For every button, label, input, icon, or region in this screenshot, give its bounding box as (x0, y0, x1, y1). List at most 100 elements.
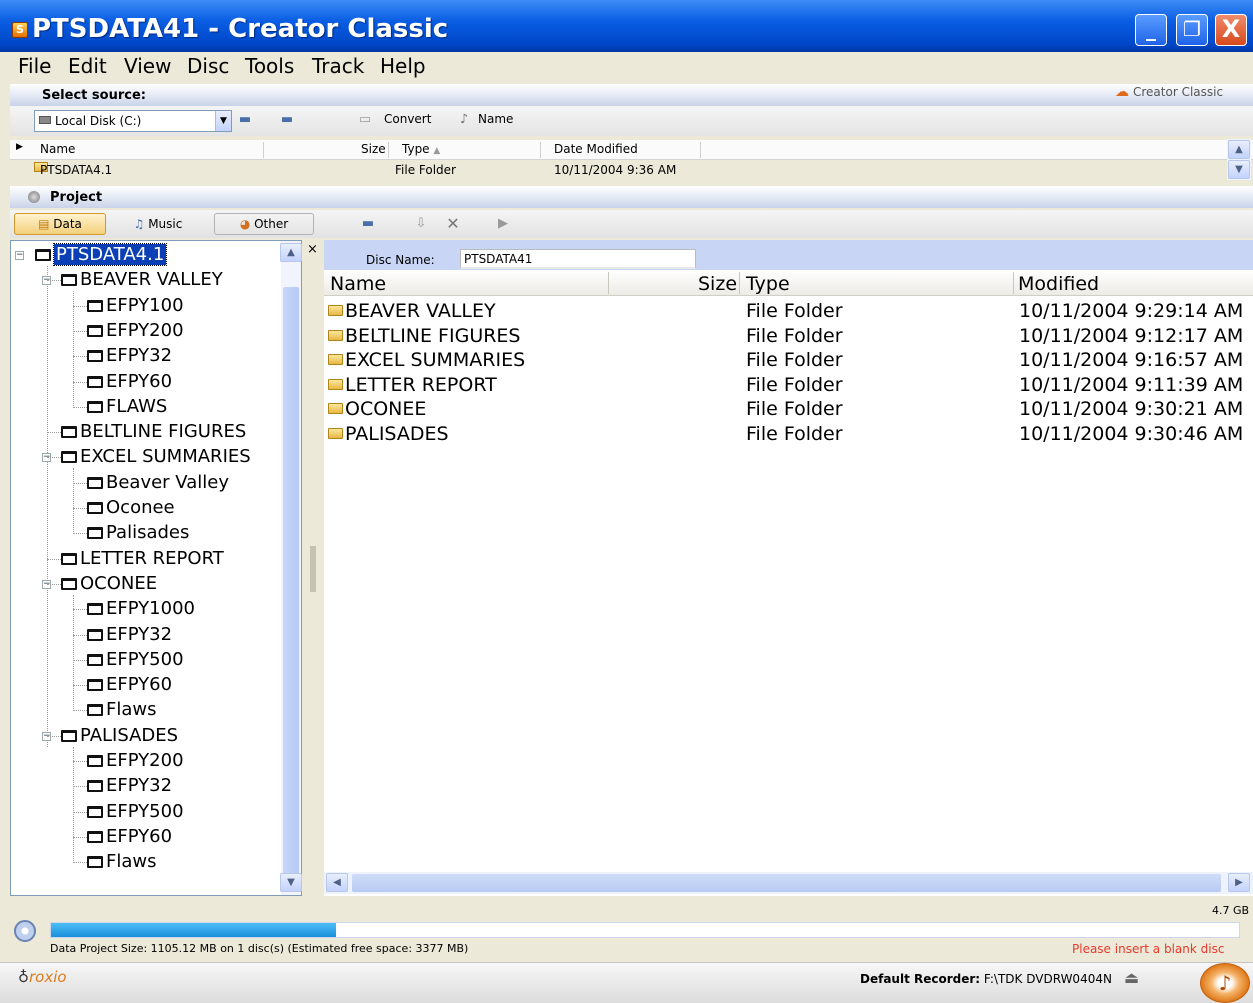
tree-subfolder[interactable]: EFPY60 (87, 371, 172, 393)
table-row[interactable]: BEAVER VALLEY File Folder 10/11/2004 9:29:… (324, 300, 1253, 324)
name-button[interactable]: Name (478, 112, 513, 126)
column-name[interactable]: Name (330, 273, 386, 295)
tree-folder[interactable]: PALISADES (61, 725, 178, 747)
convert-icon[interactable]: ▭ (356, 112, 374, 128)
tree-view: PTSDATA4.1− BEAVER VALLEY − EFPY100 EFPY200 E… (11, 241, 281, 897)
chevron-down-icon[interactable]: ▼ (280, 873, 302, 892)
column-divider[interactable] (263, 142, 264, 158)
tree-subfolder[interactable]: EFPY500 (87, 801, 184, 823)
cell-type: File Folder (746, 422, 843, 445)
folder-icon (87, 324, 103, 337)
tree-folder[interactable]: OCONEE (61, 573, 157, 595)
new-folder-icon[interactable]: ▬ (278, 112, 296, 128)
tree-subfolder[interactable]: Flaws (87, 851, 156, 873)
close-button[interactable]: X (1215, 14, 1247, 46)
table-row[interactable]: PALISADES File Folder 10/11/2004 9:30:46 A… (324, 423, 1253, 447)
tree-subfolder[interactable]: EFPY500 (87, 649, 184, 671)
column-divider[interactable] (388, 142, 389, 158)
table-row[interactable]: PTSDATA4.1 File Folder 10/11/2004 9:36 A… (30, 161, 1230, 179)
tree-folder[interactable]: BEAVER VALLEY (61, 269, 223, 291)
column-type[interactable]: Type ▲ (402, 142, 440, 156)
source-scrollbar[interactable]: ▲ ▼ (1227, 139, 1251, 180)
minimize-button[interactable]: _ (1135, 14, 1167, 46)
tab-data[interactable]: ▤ Data (14, 213, 106, 235)
menu-file[interactable]: File (18, 54, 51, 78)
delete-icon[interactable]: ✕ (444, 214, 462, 233)
tree-subfolder[interactable]: EFPY100 (87, 295, 184, 317)
chevron-down-icon[interactable]: ▼ (1228, 160, 1250, 179)
tree-subfolder[interactable]: EFPY200 (87, 750, 184, 772)
tree-connector (73, 406, 87, 408)
tree-folder[interactable]: BELTLINE FIGURES (61, 421, 246, 443)
convert-button[interactable]: Convert (384, 112, 431, 126)
horizontal-scroll-thumb[interactable] (352, 874, 1221, 892)
column-divider[interactable] (1013, 272, 1014, 294)
tree-subfolder[interactable]: Palisades (87, 522, 189, 544)
menu-disc[interactable]: Disc (187, 54, 229, 78)
menu-help[interactable]: Help (380, 54, 426, 78)
app-icon[interactable]: S (12, 22, 28, 38)
table-row[interactable]: EXCEL SUMMARIES File Folder 10/11/2004 9:1… (324, 349, 1253, 373)
tree-connector (73, 305, 87, 307)
name-icon[interactable]: ♪ (455, 112, 473, 128)
tree-subfolder[interactable]: EFPY32 (87, 624, 172, 646)
chevron-down-icon[interactable]: ▼ (215, 111, 231, 131)
tree-subfolder[interactable]: EFPY32 (87, 775, 172, 797)
column-divider[interactable] (700, 142, 701, 158)
tree-subfolder[interactable]: Flaws (87, 699, 156, 721)
tree-folder[interactable]: LETTER REPORT (61, 548, 224, 570)
close-tree-icon[interactable]: × (307, 242, 318, 257)
tree-subfolder[interactable]: Beaver Valley (87, 472, 229, 494)
roxio-logo: ♁roxio (18, 968, 67, 986)
menu-edit[interactable]: Edit (68, 54, 107, 78)
tree-subfolder[interactable]: EFPY1000 (87, 598, 195, 620)
drive-select[interactable]: Local Disk (C:) ▼ (34, 110, 232, 132)
column-divider[interactable] (540, 142, 541, 158)
tree-subfolder[interactable]: EFPY32 (87, 345, 172, 367)
tree-item-root[interactable]: PTSDATA4.1 (35, 243, 168, 266)
table-row[interactable]: LETTER REPORT File Folder 10/11/2004 9:11:… (324, 374, 1253, 398)
splitter-grip[interactable] (310, 546, 316, 592)
chevron-left-icon[interactable]: ◀ (326, 873, 348, 892)
folder-icon (328, 354, 343, 365)
tree-scroll-thumb[interactable] (283, 287, 299, 891)
tree-folder[interactable]: EXCEL SUMMARIES (61, 446, 251, 468)
tree-connector (73, 356, 87, 358)
menu-view[interactable]: View (124, 54, 171, 78)
column-modified[interactable]: Modified (1018, 273, 1099, 295)
tree-scrollbar[interactable]: ▲ ▼ (280, 241, 302, 895)
menu-track[interactable]: Track (312, 54, 364, 78)
tree-subfolder[interactable]: FLAWS (87, 396, 167, 418)
chevron-right-icon[interactable]: ▶ (1228, 873, 1250, 892)
column-divider[interactable] (608, 272, 609, 294)
column-divider[interactable] (739, 272, 740, 294)
burn-button[interactable]: ♪ (1200, 963, 1250, 1003)
collapse-icon[interactable]: − (15, 251, 24, 260)
disc-icon[interactable] (14, 920, 36, 942)
column-name[interactable]: Name (40, 142, 75, 156)
chevron-up-icon[interactable]: ▲ (280, 243, 302, 262)
table-row[interactable]: BELTLINE FIGURES File Folder 10/11/2004 9:… (324, 325, 1253, 349)
column-type[interactable]: Type (746, 273, 790, 295)
play-icon[interactable]: ▶ (494, 216, 512, 232)
move-down-icon[interactable]: ⇩ (412, 216, 430, 232)
title-bar[interactable]: S PTSDATA41 - Creator Classic _ ❐ X (0, 0, 1253, 52)
up-folder-icon[interactable]: ▬ (236, 112, 254, 128)
tree-subfolder[interactable]: Oconee (87, 497, 175, 519)
folder-icon (87, 830, 103, 843)
new-folder-icon[interactable]: ▬ (359, 216, 377, 232)
recorder-icon[interactable]: ⏏ (1124, 968, 1150, 990)
chevron-up-icon[interactable]: ▲ (1228, 140, 1250, 159)
table-row[interactable]: OCONEE File Folder 10/11/2004 9:30:21 AM (324, 398, 1253, 422)
disc-name-input[interactable]: PTSDATA41 (460, 249, 696, 269)
column-date-modified[interactable]: Date Modified (554, 142, 638, 156)
tab-other[interactable]: ◕ Other (214, 213, 314, 235)
tab-music[interactable]: ♫ Music (110, 213, 206, 235)
restore-button[interactable]: ❐ (1176, 14, 1208, 46)
menu-tools[interactable]: Tools (245, 54, 294, 78)
column-size[interactable]: Size (361, 142, 386, 156)
tree-subfolder[interactable]: EFPY200 (87, 320, 184, 342)
column-size[interactable]: Size (698, 273, 737, 295)
tree-subfolder[interactable]: EFPY60 (87, 826, 172, 848)
tree-subfolder[interactable]: EFPY60 (87, 674, 172, 696)
